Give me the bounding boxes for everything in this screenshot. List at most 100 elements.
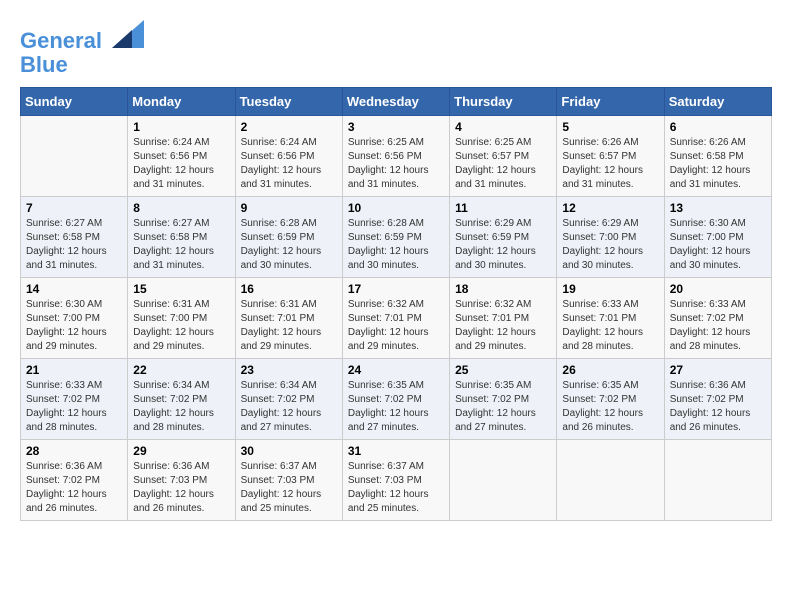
col-header-friday: Friday <box>557 88 664 116</box>
day-cell: 2 Sunrise: 6:24 AM Sunset: 6:56 PM Daylig… <box>235 116 342 197</box>
day-cell: 31 Sunrise: 6:37 AM Sunset: 7:03 PM Dayli… <box>342 440 449 521</box>
day-number: 31 <box>348 444 444 458</box>
day-cell: 16 Sunrise: 6:31 AM Sunset: 7:01 PM Dayli… <box>235 278 342 359</box>
day-cell: 23 Sunrise: 6:34 AM Sunset: 7:02 PM Dayli… <box>235 359 342 440</box>
day-info: Sunrise: 6:35 AM Sunset: 7:02 PM Dayligh… <box>562 379 658 435</box>
day-info: Sunrise: 6:26 AM Sunset: 6:57 PM Dayligh… <box>562 136 658 192</box>
day-cell: 12 Sunrise: 6:29 AM Sunset: 7:00 PM Dayli… <box>557 197 664 278</box>
day-number: 19 <box>562 282 658 296</box>
day-number: 16 <box>241 282 337 296</box>
day-number: 5 <box>562 120 658 134</box>
day-cell: 29Sunrise: 6:36 AM Sunset: 7:03 PM Dayli… <box>128 440 235 521</box>
day-cell: 14Sunrise: 6:30 AM Sunset: 7:00 PM Dayli… <box>21 278 128 359</box>
day-cell: 9 Sunrise: 6:28 AM Sunset: 6:59 PM Daylig… <box>235 197 342 278</box>
day-cell: 28 Sunrise: 6:36 AM Sunset: 7:02 PM Dayli… <box>21 440 128 521</box>
logo: General Blue <box>20 20 144 77</box>
day-number: 6 <box>670 120 766 134</box>
day-cell: 11 Sunrise: 6:29 AM Sunset: 6:59 PM Dayli… <box>450 197 557 278</box>
day-info: Sunrise: 6:26 AM Sunset: 6:58 PM Dayligh… <box>670 136 766 192</box>
col-header-monday: Monday <box>128 88 235 116</box>
day-number: 18 <box>455 282 551 296</box>
calendar-table: SundayMondayTuesdayWednesdayThursdayFrid… <box>20 87 772 521</box>
day-cell: 5 Sunrise: 6:26 AM Sunset: 6:57 PM Daylig… <box>557 116 664 197</box>
day-cell: 8Sunrise: 6:27 AM Sunset: 6:58 PM Daylig… <box>128 197 235 278</box>
day-cell: 22Sunrise: 6:34 AM Sunset: 7:02 PM Dayli… <box>128 359 235 440</box>
day-number: 26 <box>562 363 658 377</box>
day-info: Sunrise: 6:25 AM Sunset: 6:57 PM Dayligh… <box>455 136 551 192</box>
day-info: Sunrise: 6:37 AM Sunset: 7:03 PM Dayligh… <box>241 460 337 516</box>
day-number: 30 <box>241 444 337 458</box>
day-number: 1 <box>133 120 229 134</box>
col-header-tuesday: Tuesday <box>235 88 342 116</box>
day-cell: 24 Sunrise: 6:35 AM Sunset: 7:02 PM Dayli… <box>342 359 449 440</box>
day-number: 15 <box>133 282 229 296</box>
day-info: Sunrise: 6:32 AM Sunset: 7:01 PM Dayligh… <box>348 298 444 354</box>
day-info: Sunrise: 6:30 AM Sunset: 7:00 PM Dayligh… <box>26 298 122 354</box>
day-cell: 13Sunrise: 6:30 AM Sunset: 7:00 PM Dayli… <box>664 197 771 278</box>
day-number: 8 <box>133 201 229 215</box>
week-row-2: 7Sunrise: 6:27 AM Sunset: 6:58 PM Daylig… <box>21 197 772 278</box>
day-cell: 19 Sunrise: 6:33 AM Sunset: 7:01 PM Dayli… <box>557 278 664 359</box>
day-cell <box>557 440 664 521</box>
calendar-header-row: SundayMondayTuesdayWednesdayThursdayFrid… <box>21 88 772 116</box>
logo-icon <box>112 20 144 48</box>
day-info: Sunrise: 6:31 AM Sunset: 7:01 PM Dayligh… <box>241 298 337 354</box>
day-info: Sunrise: 6:29 AM Sunset: 6:59 PM Dayligh… <box>455 217 551 273</box>
day-info: Sunrise: 6:32 AM Sunset: 7:01 PM Dayligh… <box>455 298 551 354</box>
col-header-sunday: Sunday <box>21 88 128 116</box>
day-cell: 27Sunrise: 6:36 AM Sunset: 7:02 PM Dayli… <box>664 359 771 440</box>
day-cell: 26 Sunrise: 6:35 AM Sunset: 7:02 PM Dayli… <box>557 359 664 440</box>
day-number: 21 <box>26 363 122 377</box>
day-cell: 21 Sunrise: 6:33 AM Sunset: 7:02 PM Dayli… <box>21 359 128 440</box>
day-info: Sunrise: 6:29 AM Sunset: 7:00 PM Dayligh… <box>562 217 658 273</box>
day-info: Sunrise: 6:33 AM Sunset: 7:01 PM Dayligh… <box>562 298 658 354</box>
col-header-saturday: Saturday <box>664 88 771 116</box>
day-number: 10 <box>348 201 444 215</box>
day-number: 25 <box>455 363 551 377</box>
logo-general: General <box>20 28 102 53</box>
day-info: Sunrise: 6:30 AM Sunset: 7:00 PM Dayligh… <box>670 217 766 273</box>
day-info: Sunrise: 6:25 AM Sunset: 6:56 PM Dayligh… <box>348 136 444 192</box>
day-info: Sunrise: 6:36 AM Sunset: 7:02 PM Dayligh… <box>670 379 766 435</box>
day-info: Sunrise: 6:28 AM Sunset: 6:59 PM Dayligh… <box>241 217 337 273</box>
page-header: General Blue <box>20 20 772 77</box>
day-number: 24 <box>348 363 444 377</box>
day-number: 20 <box>670 282 766 296</box>
day-number: 22 <box>133 363 229 377</box>
day-info: Sunrise: 6:24 AM Sunset: 6:56 PM Dayligh… <box>133 136 229 192</box>
day-number: 28 <box>26 444 122 458</box>
day-info: Sunrise: 6:31 AM Sunset: 7:00 PM Dayligh… <box>133 298 229 354</box>
day-cell <box>450 440 557 521</box>
day-number: 23 <box>241 363 337 377</box>
day-cell: 6 Sunrise: 6:26 AM Sunset: 6:58 PM Daylig… <box>664 116 771 197</box>
day-number: 11 <box>455 201 551 215</box>
day-info: Sunrise: 6:24 AM Sunset: 6:56 PM Dayligh… <box>241 136 337 192</box>
day-cell: 3 Sunrise: 6:25 AM Sunset: 6:56 PM Daylig… <box>342 116 449 197</box>
week-row-4: 21 Sunrise: 6:33 AM Sunset: 7:02 PM Dayli… <box>21 359 772 440</box>
day-cell: 18 Sunrise: 6:32 AM Sunset: 7:01 PM Dayli… <box>450 278 557 359</box>
day-cell: 20 Sunrise: 6:33 AM Sunset: 7:02 PM Dayli… <box>664 278 771 359</box>
day-info: Sunrise: 6:35 AM Sunset: 7:02 PM Dayligh… <box>348 379 444 435</box>
day-info: Sunrise: 6:33 AM Sunset: 7:02 PM Dayligh… <box>670 298 766 354</box>
day-number: 3 <box>348 120 444 134</box>
week-row-5: 28 Sunrise: 6:36 AM Sunset: 7:02 PM Dayli… <box>21 440 772 521</box>
week-row-1: 1 Sunrise: 6:24 AM Sunset: 6:56 PM Daylig… <box>21 116 772 197</box>
day-info: Sunrise: 6:37 AM Sunset: 7:03 PM Dayligh… <box>348 460 444 516</box>
col-header-wednesday: Wednesday <box>342 88 449 116</box>
day-cell: 4 Sunrise: 6:25 AM Sunset: 6:57 PM Daylig… <box>450 116 557 197</box>
day-number: 29 <box>133 444 229 458</box>
day-number: 17 <box>348 282 444 296</box>
logo-text: General <box>20 20 144 53</box>
day-number: 4 <box>455 120 551 134</box>
day-number: 9 <box>241 201 337 215</box>
day-info: Sunrise: 6:35 AM Sunset: 7:02 PM Dayligh… <box>455 379 551 435</box>
day-info: Sunrise: 6:36 AM Sunset: 7:02 PM Dayligh… <box>26 460 122 516</box>
day-number: 12 <box>562 201 658 215</box>
day-cell <box>21 116 128 197</box>
day-number: 2 <box>241 120 337 134</box>
day-info: Sunrise: 6:34 AM Sunset: 7:02 PM Dayligh… <box>241 379 337 435</box>
day-cell <box>664 440 771 521</box>
day-cell: 10Sunrise: 6:28 AM Sunset: 6:59 PM Dayli… <box>342 197 449 278</box>
day-info: Sunrise: 6:33 AM Sunset: 7:02 PM Dayligh… <box>26 379 122 435</box>
day-cell: 1 Sunrise: 6:24 AM Sunset: 6:56 PM Daylig… <box>128 116 235 197</box>
